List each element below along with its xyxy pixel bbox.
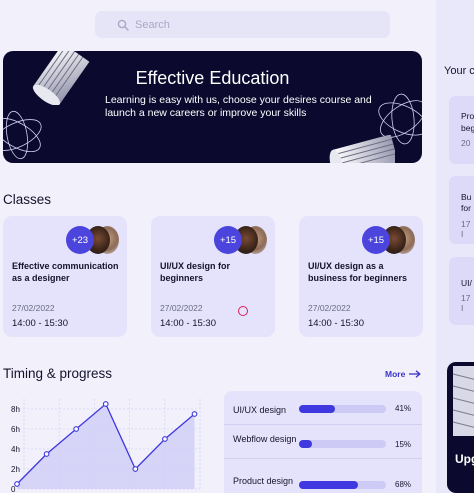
timing-chart: 8h6h4h2h0 <box>11 399 201 493</box>
class-time: 14:00 - 15:30 <box>160 318 216 329</box>
data-point[interactable] <box>43 451 50 457</box>
progress-label: UI/UX design <box>233 405 287 415</box>
hero-title: Effective Education <box>135 68 290 88</box>
hero-banner: Effective Education Learning is easy wit… <box>3 51 422 163</box>
data-point[interactable] <box>14 481 20 487</box>
area-fill <box>17 404 195 489</box>
progress-track <box>299 405 386 413</box>
y-tick-label: 2h <box>11 465 20 474</box>
class-date: 27/02/2022 <box>12 303 55 313</box>
course-card[interactable]: Pro beg 20 <box>449 96 474 164</box>
progress-row[interactable]: Product design 68% <box>224 470 422 493</box>
course-meta: 17 I <box>461 293 471 313</box>
data-point[interactable] <box>162 436 168 442</box>
class-card[interactable]: +15 UI/UX design as a business for begin… <box>299 216 423 337</box>
progress-fill <box>299 481 359 489</box>
orbit-decoration-icon <box>3 110 42 160</box>
search-placeholder: Search <box>135 18 170 31</box>
class-title: Effective communication as a designer <box>12 261 119 283</box>
data-point[interactable] <box>102 401 109 407</box>
classes-title: Classes <box>3 192 52 207</box>
course-title-line: Pro <box>461 111 474 121</box>
progress-percent: 15% <box>395 440 412 449</box>
more-link[interactable]: More <box>385 369 422 379</box>
progress-row[interactable]: Webflow design 15% <box>224 425 422 459</box>
class-card[interactable]: +15 UI/UX design for beginners 27/02/202… <box>151 216 275 337</box>
arrow-right-icon <box>409 370 422 378</box>
more-label: More <box>385 369 406 379</box>
timing-title: Timing & progress <box>3 366 113 381</box>
class-card[interactable]: +23 Effective communication as a designe… <box>3 216 127 337</box>
progress-fill <box>299 440 313 448</box>
data-point[interactable] <box>191 411 198 417</box>
progress-track <box>299 440 386 448</box>
progress-label: Product design <box>233 476 294 486</box>
class-date: 27/02/2022 <box>308 303 351 313</box>
data-point[interactable] <box>132 466 139 472</box>
hero-description: Learning is easy with us, choose your de… <box>105 94 372 119</box>
course-meta: 20 <box>461 138 471 148</box>
progress-list: UI/UX design 41% Webflow design 15% Prod… <box>224 391 422 493</box>
class-date: 27/02/2022 <box>160 303 203 313</box>
right-panel-title: Your c <box>444 65 474 77</box>
y-tick-label: 6h <box>11 425 20 434</box>
progress-track <box>299 481 386 489</box>
search-icon <box>117 19 129 31</box>
class-title: UI/UX design for beginners <box>160 261 231 283</box>
progress-fill <box>299 405 335 413</box>
progress-row[interactable]: UI/UX design 41% <box>224 391 422 425</box>
progress-percent: 41% <box>395 404 412 413</box>
progress-percent: 68% <box>395 480 412 489</box>
cylinder-decoration-icon <box>329 135 395 163</box>
cylinder-decoration-icon <box>452 366 474 436</box>
course-title-line: beg <box>461 123 474 133</box>
course-title-line: for <box>461 203 471 213</box>
class-title: UI/UX design as a business for beginners <box>308 261 408 283</box>
cursor-indicator <box>238 306 248 316</box>
participants-badge: +23 <box>66 226 94 254</box>
course-meta: 17 I <box>461 219 471 239</box>
course-card[interactable]: UI/ 17 I <box>449 257 474 325</box>
participants-badge: +15 <box>214 226 242 254</box>
data-point[interactable] <box>73 426 80 432</box>
participants-badge: +15 <box>362 226 390 254</box>
upgrade-card[interactable]: Upg <box>447 362 474 493</box>
search-bar[interactable]: Search <box>95 11 390 38</box>
class-time: 14:00 - 15:30 <box>308 318 364 329</box>
class-time: 14:00 - 15:30 <box>12 318 68 329</box>
progress-label: Webflow design <box>233 434 297 444</box>
upgrade-label: Upg <box>455 452 474 466</box>
y-tick-label: 8h <box>11 405 20 414</box>
y-tick-label: 4h <box>11 445 20 454</box>
course-title-line: UI/ <box>461 278 472 288</box>
course-card[interactable]: Bu for 17 I <box>449 176 474 244</box>
